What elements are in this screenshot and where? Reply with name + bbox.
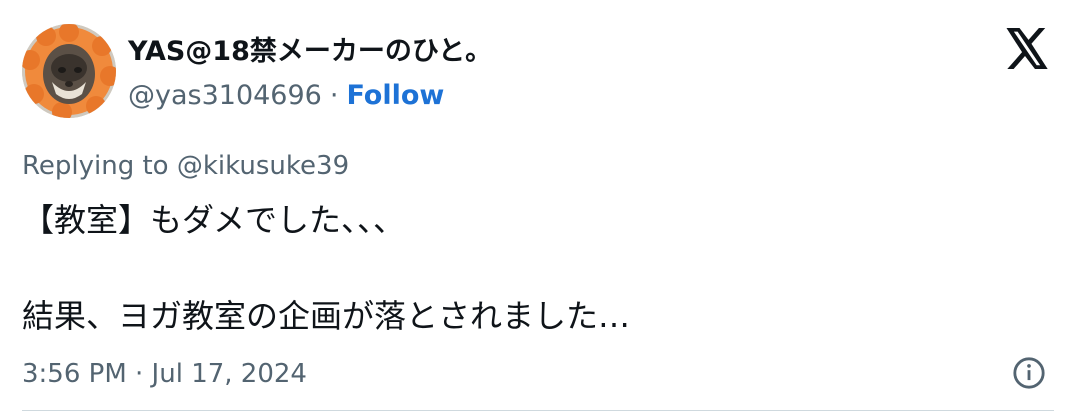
tweet-card: YAS@18禁メーカーのひと。 @yas3104696 · Follow Reply… bbox=[0, 0, 1076, 414]
replying-to-mention[interactable]: @kikusuke39 bbox=[177, 151, 349, 181]
avatar-image bbox=[22, 24, 116, 118]
replying-to-prefix: Replying to bbox=[22, 151, 169, 181]
tweet-timestamp[interactable]: 3:56 PM · Jul 17, 2024 bbox=[22, 356, 307, 392]
tweet-text-line-2: 結果、ヨガ教室の企画が落とされました… bbox=[22, 297, 631, 335]
author-display-name[interactable]: YAS@18禁メーカーのひと。 bbox=[128, 34, 492, 70]
x-logo-icon[interactable] bbox=[1004, 28, 1050, 70]
follow-button[interactable]: Follow bbox=[346, 80, 444, 111]
replying-to: Replying to @kikusuke39 bbox=[22, 148, 349, 184]
separator-dot: · bbox=[329, 80, 339, 111]
avatar[interactable] bbox=[22, 24, 116, 118]
info-icon[interactable] bbox=[1012, 356, 1046, 390]
author-handle-line: @yas3104696 · Follow bbox=[128, 78, 444, 114]
divider bbox=[22, 410, 1054, 411]
author-handle[interactable]: @yas3104696 bbox=[128, 80, 322, 111]
tweet-text-line-1: 【教室】もダメでした、、、 bbox=[22, 201, 406, 239]
tweet-text: 【教室】もダメでした、、、 結果、ヨガ教室の企画が落とされました… bbox=[22, 196, 630, 340]
